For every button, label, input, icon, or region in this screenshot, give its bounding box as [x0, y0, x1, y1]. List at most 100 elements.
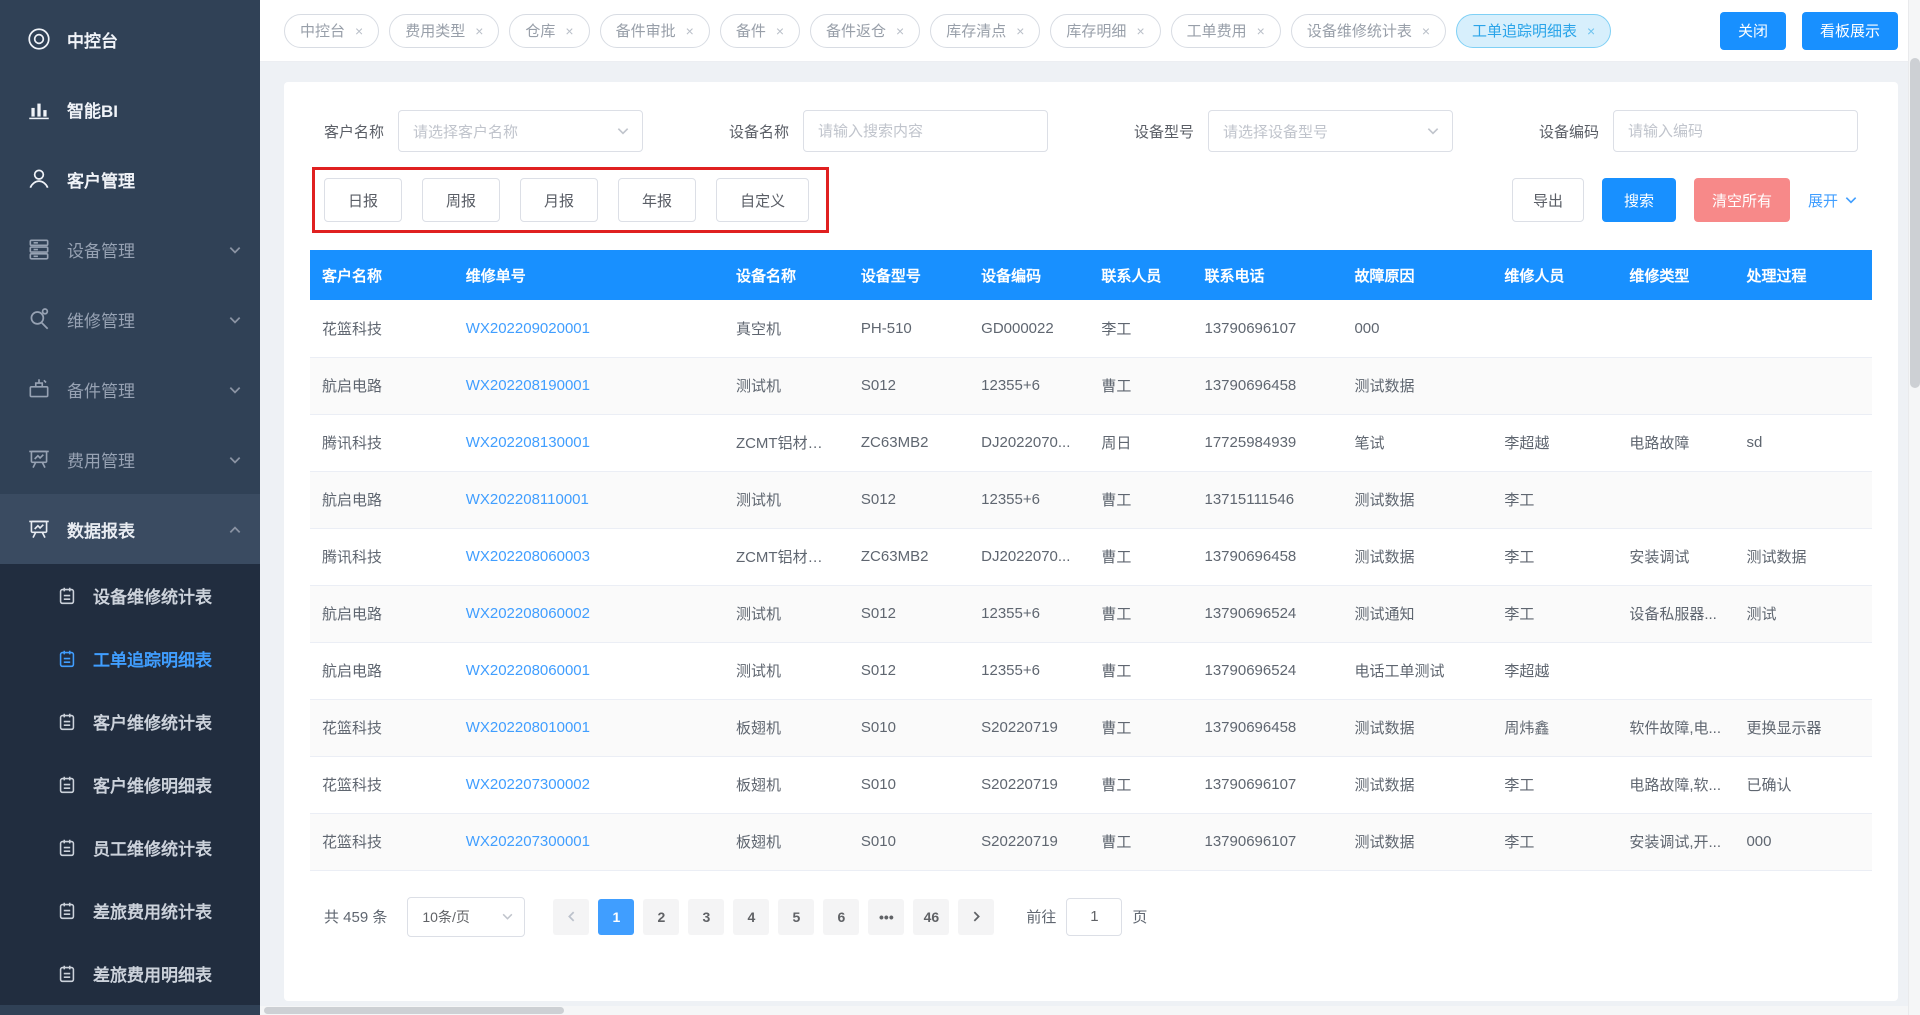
page-button-6[interactable]: 6	[823, 899, 859, 935]
cell-repair-order-link[interactable]: WX202208060002	[454, 585, 724, 642]
expand-link[interactable]: 展开	[1808, 190, 1858, 211]
vertical-scrollbar-thumb[interactable]	[1910, 58, 1920, 388]
table-row[interactable]: 花篮科技 WX202208010001 板翅机 S010 S20220719 曹…	[310, 699, 1872, 756]
next-page-button[interactable]	[958, 899, 994, 935]
page-button-4[interactable]: 4	[733, 899, 769, 935]
tab-parts-approval[interactable]: 备件审批 ×	[600, 14, 710, 48]
sidebar-subitem-customer-repair-detail[interactable]: 客户维修明细表	[0, 753, 260, 816]
table-row[interactable]: 花篮科技 WX202207300001 板翅机 S010 S20220719 曹…	[310, 813, 1872, 870]
horizontal-scrollbar[interactable]	[260, 1006, 1908, 1015]
report-table-icon	[56, 711, 78, 733]
monthly-report-button[interactable]: 月报	[520, 178, 598, 222]
cell-repair-type	[1617, 471, 1734, 528]
tab-inventory-detail[interactable]: 库存明细×	[1050, 14, 1160, 48]
cell-repair-order-link[interactable]: WX202208130001	[454, 414, 724, 471]
more-pages-button[interactable]: •••	[868, 899, 904, 935]
sidebar-subitem-travel-expense-detail[interactable]: 差旅费用明细表	[0, 942, 260, 1005]
tab-label: 备件审批	[616, 20, 676, 41]
device-code-input[interactable]	[1613, 110, 1858, 152]
tab-close-icon[interactable]: ×	[1016, 23, 1024, 39]
cell-repair-order-link[interactable]: WX202207300002	[454, 756, 724, 813]
cell-repair-order-link[interactable]: WX202208190001	[454, 357, 724, 414]
table-row[interactable]: 腾讯科技 WX202208130001 ZCMT铝材切割... ZC63MB2 …	[310, 414, 1872, 471]
tab-close-icon[interactable]: ×	[1422, 23, 1430, 39]
sidebar-item-bi[interactable]: 智能BI	[0, 74, 260, 144]
page-button-46[interactable]: 46	[913, 899, 949, 935]
sidebar-item-expenses[interactable]: 费用管理	[0, 424, 260, 494]
tab-close-icon[interactable]: ×	[1136, 23, 1144, 39]
tab-label: 库存清点	[946, 20, 1006, 41]
table-row[interactable]: 航启电路 WX202208110001 测试机 S012 12355+6 曹工 …	[310, 471, 1872, 528]
table-row[interactable]: 航启电路 WX202208190001 测试机 S012 12355+6 曹工 …	[310, 357, 1872, 414]
cell-device-name: 板翅机	[724, 813, 849, 870]
customer-name-select[interactable]: 请选择客户名称	[398, 110, 643, 152]
goto-page-input[interactable]	[1066, 898, 1122, 936]
tab-expense-type[interactable]: 费用类型×	[389, 14, 499, 48]
tab-close-icon[interactable]: ×	[686, 23, 694, 39]
tab-close-icon[interactable]: ×	[565, 23, 573, 39]
tab-label: 设备维修统计表	[1307, 20, 1412, 41]
tab-device-repair-stats[interactable]: 设备维修统计表 ×	[1291, 14, 1446, 48]
custom-report-button[interactable]: 自定义	[716, 178, 809, 222]
sidebar-item-maintenance[interactable]: 维修管理	[0, 284, 260, 354]
tab-close-icon[interactable]: ×	[896, 23, 904, 39]
cell-repair-type: 电路故障	[1617, 414, 1734, 471]
cell-device-name: 板翅机	[724, 699, 849, 756]
tab-close-icon[interactable]: ×	[776, 23, 784, 39]
close-tab-button[interactable]: 关闭	[1720, 12, 1786, 50]
export-button[interactable]: 导出	[1512, 178, 1584, 222]
cell-repair-order-link[interactable]: WX202208010001	[454, 699, 724, 756]
sidebar-subitem-customer-repair-stats[interactable]: 客户维修统计表	[0, 690, 260, 753]
tab-inventory-check[interactable]: 库存清点 ×	[930, 14, 1040, 48]
cell-repair-order-link[interactable]: WX202208060003	[454, 528, 724, 585]
sidebar-item-parts[interactable]: 备件管理	[0, 354, 260, 424]
sidebar-subitem-employee-repair-stats[interactable]: 员工维修统计表	[0, 816, 260, 879]
cell-device-model: S012	[849, 642, 969, 699]
tab-close-icon[interactable]: ×	[355, 23, 363, 39]
cell-repair-order-link[interactable]: WX202207300001	[454, 813, 724, 870]
tab-workorder-expense[interactable]: 工单费用×	[1171, 14, 1281, 48]
device-name-input[interactable]	[803, 110, 1048, 152]
tab-close-icon[interactable]: ×	[1257, 23, 1265, 39]
tab-console[interactable]: 中控台×	[284, 14, 379, 48]
sidebar-item-devices[interactable]: 设备管理	[0, 214, 260, 284]
table-row[interactable]: 花篮科技 WX202209020001 真空机 PH-510 GD000022 …	[310, 300, 1872, 357]
daily-report-button[interactable]: 日报	[324, 178, 402, 222]
table-row[interactable]: 航启电路 WX202208060002 测试机 S012 12355+6 曹工 …	[310, 585, 1872, 642]
board-display-button[interactable]: 看板展示	[1802, 12, 1898, 50]
sidebar-item-reports[interactable]: 数据报表	[0, 494, 260, 564]
page-button-2[interactable]: 2	[643, 899, 679, 935]
vertical-scrollbar[interactable]	[1908, 0, 1920, 1015]
cell-fault-reason: 电话工单测试	[1342, 642, 1492, 699]
tab-parts[interactable]: 备件×	[720, 14, 800, 48]
weekly-report-button[interactable]: 周报	[422, 178, 500, 222]
tab-close-icon[interactable]: ×	[475, 23, 483, 39]
yearly-report-button[interactable]: 年报	[618, 178, 696, 222]
cell-fault-reason: 测试数据	[1342, 357, 1492, 414]
tab-warehouse[interactable]: 仓库×	[509, 14, 589, 48]
prev-page-button[interactable]	[553, 899, 589, 935]
cell-device-code: S20220719	[969, 699, 1089, 756]
search-button[interactable]: 搜索	[1602, 178, 1676, 222]
clear-all-button[interactable]: 清空所有	[1694, 178, 1790, 222]
page-button-5[interactable]: 5	[778, 899, 814, 935]
cell-repair-order-link[interactable]: WX202208110001	[454, 471, 724, 528]
sidebar-subitem-travel-expense-stats[interactable]: 差旅费用统计表	[0, 879, 260, 942]
device-model-select[interactable]: 请选择设备型号	[1208, 110, 1453, 152]
horizontal-scrollbar-thumb[interactable]	[264, 1007, 564, 1014]
tab-workorder-tracking-active[interactable]: 工单追踪明细表×	[1456, 14, 1611, 48]
sidebar-subitem-device-repair-stats[interactable]: 设备维修统计表	[0, 564, 260, 627]
page-button-1[interactable]: 1	[598, 899, 634, 935]
page-size-select[interactable]: 10条/页	[407, 897, 525, 937]
sidebar-item-console[interactable]: 中控台	[0, 4, 260, 74]
table-row[interactable]: 花篮科技 WX202207300002 板翅机 S010 S20220719 曹…	[310, 756, 1872, 813]
table-row[interactable]: 腾讯科技 WX202208060003 ZCMT铝材切割... ZC63MB2 …	[310, 528, 1872, 585]
table-row[interactable]: 航启电路 WX202208060001 测试机 S012 12355+6 曹工 …	[310, 642, 1872, 699]
sidebar-subitem-workorder-tracking[interactable]: 工单追踪明细表	[0, 627, 260, 690]
page-button-3[interactable]: 3	[688, 899, 724, 935]
cell-repair-order-link[interactable]: WX202208060001	[454, 642, 724, 699]
cell-repair-order-link[interactable]: WX202209020001	[454, 300, 724, 357]
tab-close-icon[interactable]: ×	[1587, 23, 1595, 39]
tab-parts-return[interactable]: 备件返仓×	[810, 14, 920, 48]
sidebar-item-customers[interactable]: 客户管理	[0, 144, 260, 214]
